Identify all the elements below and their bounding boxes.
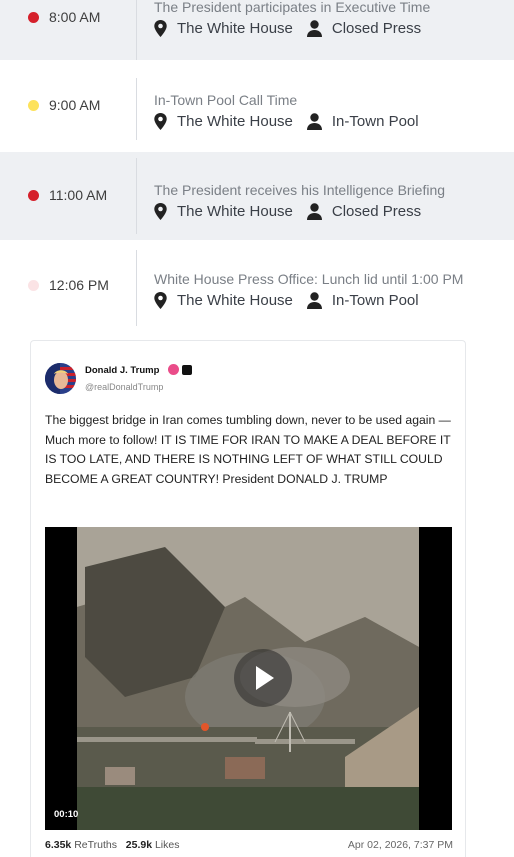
likes-count: 25.9k [125, 839, 153, 851]
location-pin-icon [154, 20, 167, 37]
event-coverage: Closed Press [331, 203, 422, 220]
event-time: 11:00 AM [49, 187, 108, 203]
status-dot [28, 190, 39, 201]
video-timestamp: 00:10 [54, 809, 79, 820]
event-title: The President receives his Intelligence … [154, 182, 446, 198]
play-icon[interactable] [234, 649, 292, 707]
event-location: The White House [177, 292, 293, 309]
status-dot [28, 12, 39, 23]
person-icon [306, 203, 322, 220]
avatar[interactable] [45, 363, 76, 394]
divider [136, 0, 137, 60]
time-column: 11:00 AM [0, 152, 136, 212]
divider [136, 78, 137, 140]
event-coverage: Closed Press [331, 20, 422, 37]
event-location: The White House [177, 113, 293, 130]
time-column: 8:00 AM [0, 0, 136, 60]
embedded-post[interactable]: Donald J. Trump @realDonaldTrump The big… [30, 340, 466, 857]
author-name[interactable]: Donald J. Trump [85, 365, 159, 376]
schedule-row: 12:06 PM White House Press Office: Lunch… [0, 242, 514, 330]
author-handle[interactable]: @realDonaldTrump [85, 382, 163, 392]
event-title: White House Press Office: Lunch lid unti… [154, 271, 464, 287]
divider [136, 158, 137, 234]
event-title: In-Town Pool Call Time [154, 92, 298, 108]
time-column: 9:00 AM [0, 72, 136, 132]
event-location: The White House [177, 20, 293, 37]
time-column: 12:06 PM [0, 242, 136, 302]
event-coverage: In-Town Pool [331, 113, 419, 130]
event-time: 9:00 AM [49, 97, 101, 113]
event-detail: White House Press Office: Lunch lid unti… [154, 271, 463, 309]
person-icon [306, 113, 322, 130]
schedule-row: 11:00 AM The President receives his Inte… [0, 152, 514, 240]
event-detail: The President participates in Executive … [154, 0, 430, 37]
event-coverage: In-Town Pool [331, 292, 419, 309]
status-dot [28, 280, 39, 291]
post-text: The biggest bridge in Iran comes tumblin… [45, 413, 451, 486]
event-title: The President participates in Executive … [154, 0, 431, 15]
video-player[interactable]: 00:10 [45, 527, 452, 830]
schedule-row: 8:00 AM The President participates in Ex… [0, 0, 514, 60]
post-stats: 6.35k ReTruths 25.9k Likes [45, 839, 179, 851]
schedule-row: 9:00 AM In-Town Pool Call Time The White… [0, 72, 514, 140]
person-icon [306, 20, 322, 37]
event-time: 12:06 PM [49, 277, 109, 293]
retruths-count: 6.35k [45, 839, 72, 851]
event-meta: The White House In-Town Pool [154, 113, 419, 130]
person-icon [306, 292, 322, 309]
event-detail: In-Town Pool Call Time The White House I… [154, 92, 419, 130]
verified-badge-icon [168, 364, 179, 375]
retruths-label: ReTruths [74, 839, 117, 851]
event-meta: The White House Closed Press [154, 203, 445, 220]
location-pin-icon [154, 203, 167, 220]
location-pin-icon [154, 292, 167, 309]
divider [136, 250, 137, 326]
event-detail: The President receives his Intelligence … [154, 182, 445, 220]
likes-label: Likes [154, 839, 180, 851]
platform-badge-icon [182, 365, 192, 375]
event-time: 8:00 AM [49, 9, 101, 25]
status-dot [28, 100, 39, 111]
event-location: The White House [177, 203, 293, 220]
post-date[interactable]: Apr 02, 2026, 7:37 PM [348, 839, 453, 851]
location-pin-icon [154, 113, 167, 130]
event-meta: The White House Closed Press [154, 20, 430, 37]
event-meta: The White House In-Town Pool [154, 292, 463, 309]
